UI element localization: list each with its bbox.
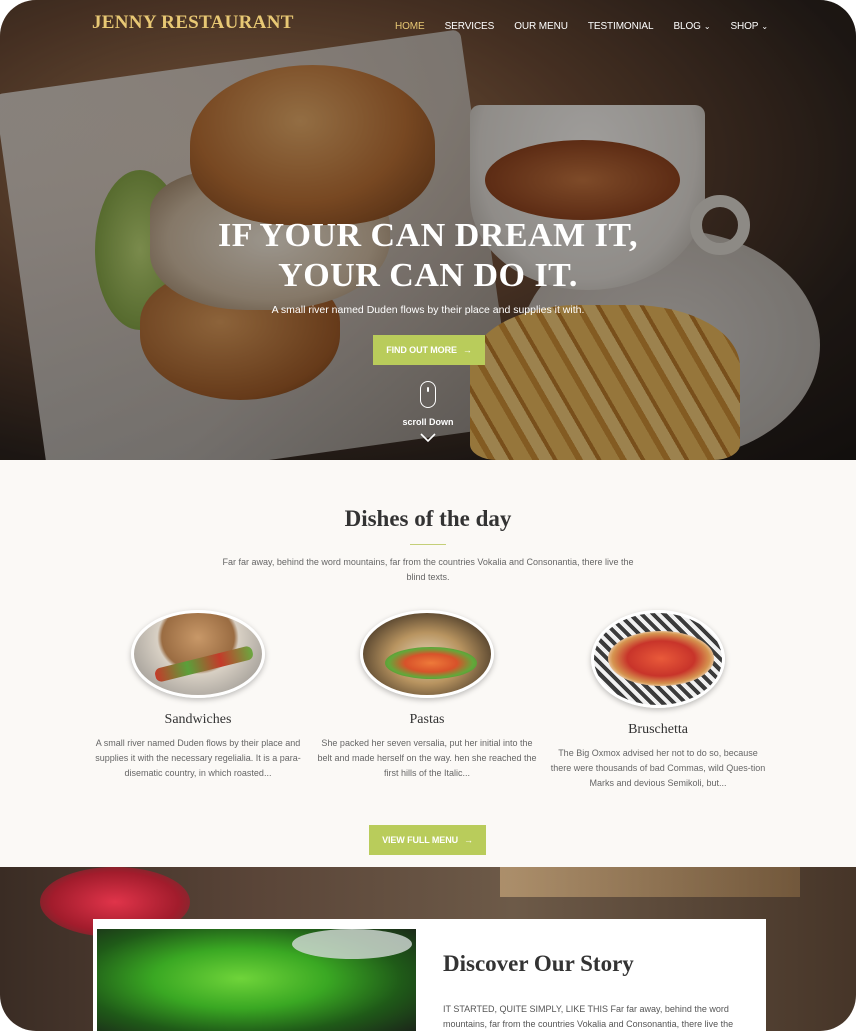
nav-item-shop[interactable]: SHOP ⌄ bbox=[720, 21, 778, 32]
mouse-icon[interactable] bbox=[420, 381, 436, 408]
hero-section: JENNY RESTAURANT HOME SERVICES OUR MENU … bbox=[0, 0, 856, 460]
bruschetta-image[interactable] bbox=[591, 610, 725, 708]
dish-name: Bruschetta bbox=[628, 722, 688, 737]
story-title: Discover Our Story bbox=[443, 951, 634, 976]
nav-item-services[interactable]: SERVICES bbox=[435, 21, 505, 32]
dish-name: Pastas bbox=[409, 712, 445, 727]
chevron-down-icon: ⌄ bbox=[761, 22, 768, 31]
find-out-more-label: FIND OUT MORE bbox=[386, 345, 457, 355]
nav-item-home[interactable]: HOME bbox=[385, 21, 435, 32]
dish-card-bruschetta: Bruschetta The Big Oxmox advised her not… bbox=[543, 610, 773, 791]
story-text: IT STARTED, QUITE SIMPLY, LIKE THIS Far … bbox=[443, 1004, 734, 1029]
salad-image bbox=[97, 929, 416, 1031]
arrow-right-icon: → bbox=[462, 345, 472, 355]
view-full-menu-button[interactable]: VIEW FULL MENU → bbox=[369, 825, 486, 855]
pasta-salad bbox=[385, 647, 477, 679]
dish-description: She packed her seven versalia, put her i… bbox=[317, 738, 537, 778]
dishes-section: Dishes of the day Far far away, behind t… bbox=[0, 460, 856, 867]
dishes-title: Dishes of the day bbox=[344, 506, 512, 531]
nav-item-label: OUR MENU bbox=[514, 21, 568, 32]
page: JENNY RESTAURANT HOME SERVICES OUR MENU … bbox=[0, 0, 856, 1031]
hero-subtitle: A small river named Duden flows by their… bbox=[271, 304, 585, 316]
story-section: Discover Our Story IT STARTED, QUITE SIM… bbox=[0, 867, 856, 1031]
bruschetta-topping bbox=[608, 631, 714, 686]
story-card: Discover Our Story IT STARTED, QUITE SIM… bbox=[93, 919, 766, 1031]
sandwich-image[interactable] bbox=[131, 610, 265, 698]
dish-card-pastas: Pastas She packed her seven versalia, pu… bbox=[312, 610, 542, 781]
hero-title-line2: YOUR CAN DO IT. bbox=[278, 257, 578, 294]
title-divider bbox=[410, 544, 446, 545]
hero-title: IF YOUR CAN DREAM IT, YOUR CAN DO IT. bbox=[0, 216, 856, 296]
dish-card-sandwiches: Sandwiches A small river named Duden flo… bbox=[83, 610, 313, 781]
top-nav: JENNY RESTAURANT HOME SERVICES OUR MENU … bbox=[0, 0, 856, 52]
sandwich-filling bbox=[153, 645, 255, 683]
scroll-down-label[interactable]: scroll Down bbox=[0, 417, 856, 427]
nav-item-testimonial[interactable]: TESTIMONIAL bbox=[578, 21, 664, 32]
nav-item-blog[interactable]: BLOG ⌄ bbox=[663, 21, 720, 32]
nav-item-label: TESTIMONIAL bbox=[587, 21, 654, 32]
nav-item-label: SERVICES bbox=[444, 21, 495, 32]
brand-logo[interactable]: JENNY RESTAURANT bbox=[92, 12, 294, 34]
background-window-image bbox=[500, 867, 800, 897]
hero-title-line1: IF YOUR CAN DREAM IT, bbox=[217, 217, 639, 254]
dish-description: The Big Oxmox advised her not to do so, … bbox=[550, 748, 766, 788]
view-full-menu-label: VIEW FULL MENU bbox=[382, 835, 459, 845]
pasta-image[interactable] bbox=[360, 610, 494, 698]
nav-item-label: SHOP bbox=[730, 21, 759, 32]
chevron-down-icon[interactable] bbox=[419, 432, 437, 444]
nav-item-label: HOME bbox=[395, 21, 425, 32]
salad-bowl bbox=[292, 929, 412, 959]
dish-description: A small river named Duden flows by their… bbox=[95, 738, 301, 778]
find-out-more-button[interactable]: FIND OUT MORE → bbox=[373, 335, 485, 365]
nav-menu: HOME SERVICES OUR MENU TESTIMONIAL BLOG ⌄… bbox=[385, 21, 778, 32]
nav-item-label: BLOG bbox=[673, 21, 701, 32]
chevron-down-icon: ⌄ bbox=[703, 22, 711, 31]
nav-item-our-menu[interactable]: OUR MENU bbox=[504, 21, 578, 32]
arrow-right-icon: → bbox=[464, 835, 473, 845]
dish-name: Sandwiches bbox=[164, 712, 232, 727]
dishes-description: Far far away, behind the word mountains,… bbox=[222, 557, 634, 582]
